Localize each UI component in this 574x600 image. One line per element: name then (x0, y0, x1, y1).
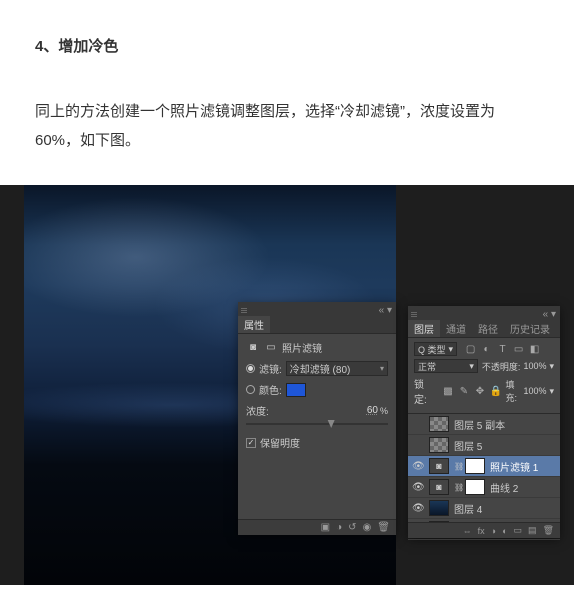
checkbox-preserve-luminosity[interactable]: ✓ (246, 438, 256, 448)
layer-thumbnail[interactable]: ◙ (429, 458, 449, 474)
clip-icon[interactable]: ▣ (321, 522, 330, 533)
preserve-luminosity-label: 保留明度 (260, 435, 300, 450)
layer-name[interactable]: 曲线 2 (490, 480, 518, 495)
chevron-down-icon: ▾ (380, 364, 384, 373)
adjustment-add-icon[interactable]: ◐ (502, 526, 507, 536)
visibility-toggle[interactable]: 👁 (412, 503, 424, 514)
blend-mode-select[interactable]: 正常▾ (414, 359, 478, 373)
adjustment-type-label: 照片滤镜 (282, 340, 322, 355)
lock-label: 锁定: (414, 376, 434, 406)
delete-layer-icon[interactable]: 🗑 (543, 525, 554, 536)
filter-shape-icon[interactable]: ▭ (513, 344, 524, 355)
layer-row[interactable]: 👁 ◙ ⛓ 照片滤镜 1 (408, 456, 560, 477)
layer-thumbnail[interactable]: ◙ (429, 479, 449, 495)
filter-label: 滤镜: (259, 361, 282, 376)
density-label: 浓度: (246, 403, 269, 418)
fill-label: 填充: (505, 378, 520, 404)
opacity-value[interactable]: 100% (523, 361, 546, 371)
density-unit: % (380, 406, 388, 416)
mask-icon: ▭ (264, 342, 278, 354)
link-icon[interactable]: ⛓ (454, 483, 460, 492)
view-prev-icon[interactable]: ◑ (336, 522, 342, 533)
chevron-down-icon[interactable]: ▾ (549, 361, 554, 372)
mask-add-icon[interactable]: ◑ (491, 526, 496, 536)
color-swatch[interactable] (286, 383, 306, 397)
panel-collapse-icon[interactable]: « ▾ (539, 309, 560, 320)
link-icon[interactable]: ⛓ (454, 462, 460, 471)
chevron-down-icon: ▾ (469, 361, 474, 372)
radio-filter[interactable] (246, 364, 255, 373)
filter-adjust-icon[interactable]: ◐ (481, 344, 492, 355)
layer-row[interactable]: 👁 图层 4 (408, 498, 560, 519)
filter-select[interactable]: 冷却滤镜 (80)▾ (286, 361, 388, 376)
camera-icon: ◙ (246, 342, 260, 354)
radio-color[interactable] (246, 385, 255, 394)
layers-footer: ⇔ fx ◑ ◐ ▭ ▤ 🗑 (408, 522, 560, 538)
lock-transparent-icon[interactable]: ▩ (442, 386, 453, 397)
lock-position-icon[interactable]: ✥ (474, 386, 485, 397)
visibility-toggle[interactable]: 👁 (412, 482, 424, 493)
trash-icon[interactable]: 🗑 (377, 522, 390, 533)
mask-thumbnail[interactable] (465, 479, 485, 495)
layer-kind-filter[interactable]: Q 类型▾ (414, 342, 457, 356)
layer-name[interactable]: 图层 5 副本 (454, 417, 505, 432)
density-value[interactable]: 60 (352, 405, 380, 416)
chevron-down-icon[interactable]: ▾ (549, 386, 554, 397)
visibility-icon[interactable]: ◉ (363, 522, 372, 533)
filter-smart-icon[interactable]: ◧ (529, 344, 540, 355)
layer-row[interactable]: 图层 5 副本 (408, 414, 560, 435)
tab-history[interactable]: 历史记录 (504, 320, 556, 337)
layer-thumbnail[interactable] (429, 437, 449, 453)
section-body: 同上的方法创建一个照片滤镜调整图层，选择“冷却滤镜”，浓度设置为60%，如下图。 (35, 98, 539, 155)
density-slider[interactable] (246, 423, 388, 425)
new-layer-icon[interactable]: ▤ (528, 525, 537, 536)
mask-thumbnail[interactable] (465, 458, 485, 474)
layer-row[interactable]: 👁 ◙ ⛓ 曲线 2 (408, 477, 560, 498)
color-label: 颜色: (259, 382, 282, 397)
group-icon[interactable]: ▭ (514, 525, 523, 536)
layer-name[interactable]: 图层 5 (454, 438, 482, 453)
reset-icon[interactable]: ↺ (348, 522, 356, 533)
tab-paths[interactable]: 路径 (472, 320, 504, 337)
properties-panel: « ▾ 属性 ◙ ▭ 照片滤镜 滤镜: 冷却滤镜 (80)▾ 颜色: (238, 302, 396, 535)
layer-thumbnail[interactable] (429, 416, 449, 432)
fill-value[interactable]: 100% (523, 386, 546, 396)
layers-panel: « ▾ 图层 通道 路径 历史记录 Q 类型▾ ▢ ◐ T ▭ ◧ 正常▾ 不透… (408, 306, 560, 538)
tab-layers[interactable]: 图层 (408, 320, 440, 337)
panel-collapse-icon[interactable]: « ▾ (375, 305, 396, 316)
visibility-toggle[interactable]: 👁 (412, 461, 424, 472)
section-heading: 4、增加冷色 (35, 35, 118, 56)
layer-row[interactable]: 图层 5 (408, 435, 560, 456)
lock-paint-icon[interactable]: ✎ (458, 386, 469, 397)
filter-image-icon[interactable]: ▢ (465, 344, 476, 355)
layer-name[interactable]: 照片滤镜 1 (490, 459, 538, 474)
layer-thumbnail[interactable] (429, 500, 449, 516)
tab-channels[interactable]: 通道 (440, 320, 472, 337)
app-workspace: « ▾ 属性 ◙ ▭ 照片滤镜 滤镜: 冷却滤镜 (80)▾ 颜色: (0, 185, 574, 585)
slider-thumb[interactable] (328, 420, 335, 428)
lock-all-icon[interactable]: 🔒 (490, 386, 501, 397)
layer-name[interactable]: 图层 4 (454, 501, 482, 516)
link-layers-icon[interactable]: ⇔ (463, 526, 472, 536)
layers-tabs: 图层 通道 路径 历史记录 (408, 323, 560, 338)
tab-properties[interactable]: 属性 (238, 316, 270, 333)
filter-type-icon[interactable]: T (497, 344, 508, 355)
chevron-down-icon: ▾ (449, 344, 454, 355)
opacity-label: 不透明度: (482, 360, 521, 373)
fx-icon[interactable]: fx (478, 526, 485, 536)
properties-footer: ▣ ◑ ↺ ◉ 🗑 (238, 519, 396, 535)
